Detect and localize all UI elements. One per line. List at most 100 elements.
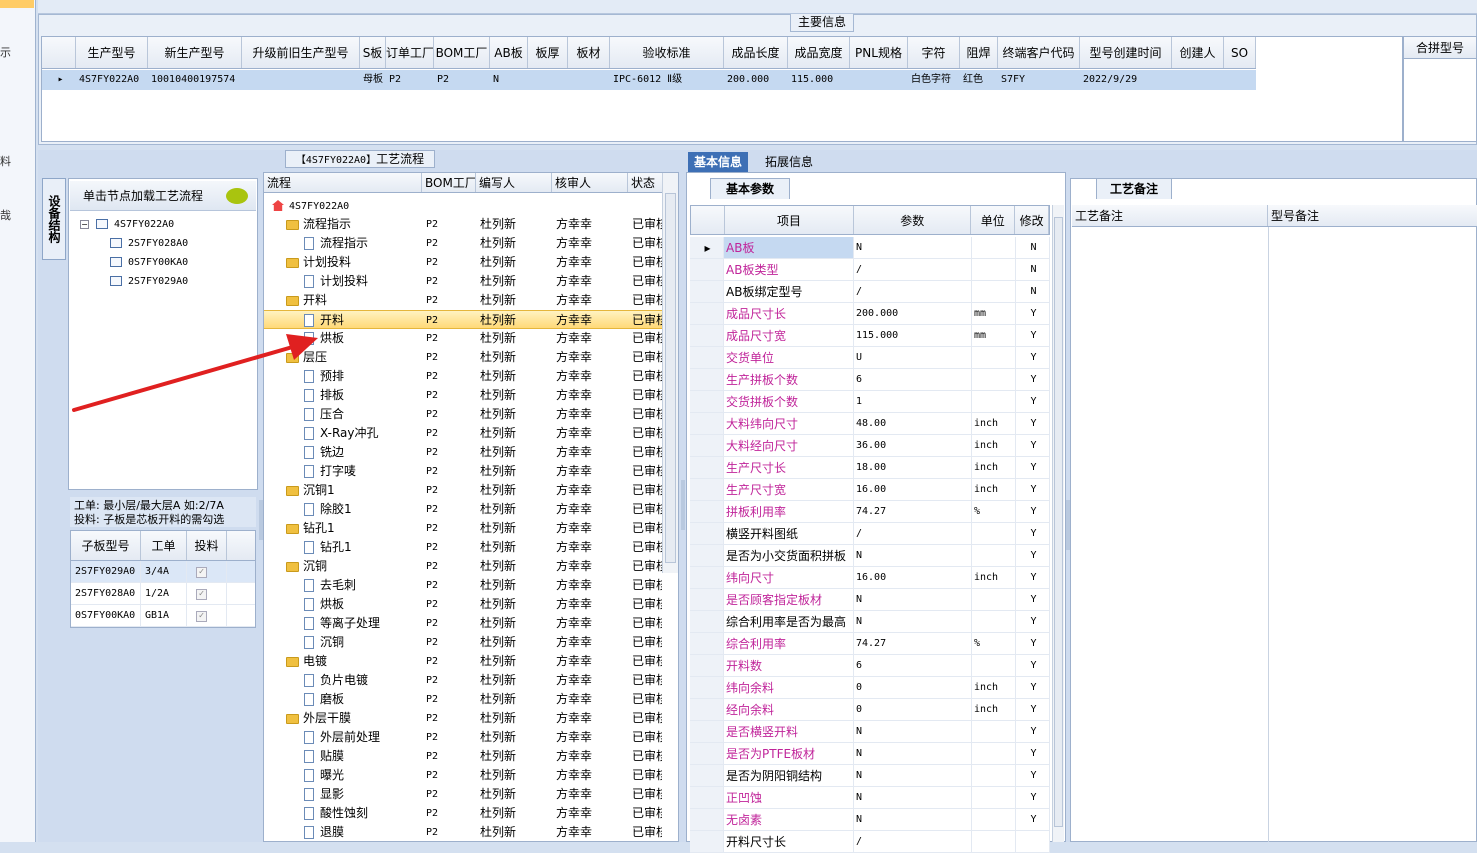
feed-checkbox[interactable]: ✓ — [196, 567, 207, 578]
param-value[interactable]: 6 — [854, 655, 972, 676]
basic-row[interactable]: 正凹蚀 N Y — [690, 787, 1050, 809]
main-cell[interactable] — [1172, 70, 1224, 90]
flow-scroll-thumb[interactable] — [665, 193, 676, 563]
param-value[interactable]: 115.000 — [854, 325, 972, 346]
subgrid-row[interactable]: 2S7FY028A0 1/2A ✓ — [71, 583, 255, 605]
main-col-header[interactable]: SO — [1224, 37, 1256, 68]
main-col-header[interactable]: 板厚 — [528, 37, 568, 68]
splitter-handle-right[interactable] — [1066, 500, 1070, 550]
param-value[interactable]: 0 — [854, 699, 972, 720]
main-info-grid[interactable]: 生产型号 新生产型号 升级前旧生产型号 S板 订单工厂 BOM工厂 AB板 板厚 板材 验收标准成… — [41, 36, 1403, 142]
param-value[interactable]: N — [854, 545, 972, 566]
feed-checkbox[interactable]: ✓ — [196, 611, 207, 622]
param-value[interactable]: 74.27 — [854, 501, 972, 522]
flow-row[interactable]: 酸性蚀刻 P2 杜列新 方幸幸 已审核 — [264, 804, 664, 823]
flow-root-row[interactable]: 4S7FY022A0 — [264, 196, 664, 215]
flow-row[interactable]: 流程指示 P2 杜列新 方幸幸 已审核 — [264, 215, 664, 234]
basic-row[interactable]: 是否顾客指定板材 N Y — [690, 589, 1050, 611]
flow-col-header[interactable]: 编写人 — [476, 173, 552, 192]
flow-row[interactable]: 去毛刺 P2 杜列新 方幸幸 已审核 — [264, 576, 664, 595]
main-col-header[interactable]: PNL规格 — [850, 37, 908, 68]
flow-row[interactable]: 打字唛 P2 杜列新 方幸幸 已审核 — [264, 462, 664, 481]
basic-row[interactable]: 是否为阴阳铜结构 N Y — [690, 765, 1050, 787]
subgrid-col-header[interactable]: 工单 — [141, 531, 187, 560]
flow-row[interactable]: 曝光 P2 杜列新 方幸幸 已审核 — [264, 766, 664, 785]
flow-row[interactable]: 贴膜 P2 杜列新 方幸幸 已审核 — [264, 747, 664, 766]
basic-params-tab[interactable]: 基本参数 — [710, 178, 790, 199]
main-col-header[interactable]: S板 — [360, 37, 386, 68]
param-value[interactable]: 16.00 — [854, 479, 972, 500]
flow-row[interactable]: 开料 P2 杜列新 方幸幸 已审核 — [264, 291, 664, 310]
subgrid-col-header[interactable]: 投料 — [187, 531, 227, 560]
main-col-header[interactable]: 新生产型号 — [148, 37, 242, 68]
main-cell[interactable]: 母板 — [360, 70, 386, 90]
main-cell[interactable]: 红色 — [960, 70, 998, 90]
main-cell[interactable] — [242, 70, 360, 90]
flow-row[interactable]: 外层前处理 P2 杜列新 方幸幸 已审核 — [264, 728, 664, 747]
tab-basic-info[interactable]: 基本信息 — [688, 152, 749, 172]
main-cell[interactable]: IPC-6012 Ⅱ级 — [610, 70, 724, 90]
param-value[interactable]: N — [854, 589, 972, 610]
flow-row[interactable]: 钻孔1 P2 杜列新 方幸幸 已审核 — [264, 519, 664, 538]
param-value[interactable]: N — [854, 721, 972, 742]
main-grid-row[interactable]: ▸ 4S7FY022A0 10010400197574 母板 P2 P2 N IPC-6012… — [42, 70, 1256, 90]
flow-col-header[interactable]: 流程 — [264, 173, 422, 192]
tree-node[interactable]: 2S7FY028A0 — [110, 235, 188, 253]
basic-row[interactable]: 纬向尺寸 16.00 inch Y — [690, 567, 1050, 589]
main-col-header[interactable]: BOM工厂 — [434, 37, 490, 68]
basic-row[interactable]: 生产尺寸长 18.00 inch Y — [690, 457, 1050, 479]
flow-row[interactable]: 等离子处理 P2 杜列新 方幸幸 已审核 — [264, 614, 664, 633]
basic-row[interactable]: AB板类型 / N — [690, 259, 1050, 281]
basic-row[interactable]: 拼板利用率 74.27% Y — [690, 501, 1050, 523]
tab-extended-info[interactable]: 拓展信息 — [759, 152, 819, 172]
param-value[interactable]: 36.00 — [854, 435, 972, 456]
basic-row[interactable]: 交货单位 U Y — [690, 347, 1050, 369]
param-value[interactable]: U — [854, 347, 972, 368]
main-col-header[interactable]: 升级前旧生产型号 — [242, 37, 360, 68]
flow-row[interactable]: 退膜 P2 杜列新 方幸幸 已审核 — [264, 823, 664, 841]
flow-col-header[interactable]: BOM工厂 — [422, 173, 476, 192]
tree-node[interactable]: 2S7FY029A0 — [110, 273, 188, 291]
main-cell[interactable]: P2 — [434, 70, 490, 90]
flow-row[interactable]: 除胶1 P2 杜列新 方幸幸 已审核 — [264, 500, 664, 519]
feed-checkbox[interactable]: ✓ — [196, 589, 207, 600]
main-col-header[interactable]: 阻焊 — [960, 37, 998, 68]
basic-row[interactable]: 开料数 6 Y — [690, 655, 1050, 677]
param-value[interactable]: 1 — [854, 391, 972, 412]
main-col-header[interactable]: 成品长度 — [724, 37, 788, 68]
basic-row[interactable]: 综合利用率 74.27% Y — [690, 633, 1050, 655]
basic-row[interactable]: 是否为PTFE板材 N Y — [690, 743, 1050, 765]
subgrid-row[interactable]: 2S7FY029A0 3/4A ✓ — [71, 561, 255, 583]
main-col-header[interactable]: 成品宽度 — [788, 37, 850, 68]
main-col-header[interactable]: 终端客户代码 — [998, 37, 1080, 68]
tree-collapse-icon[interactable]: − — [80, 220, 89, 229]
main-cell[interactable]: 115.000 — [788, 70, 850, 90]
main-cell[interactable] — [528, 70, 568, 90]
process-flow-tree[interactable]: 流程 BOM工厂 编写人 核审人 状态 4S7FY022A0 流程指示 P2 杜列新 方幸幸 已审… — [263, 172, 679, 842]
basic-row[interactable]: 无卤素 N Y — [690, 809, 1050, 831]
main-cell[interactable]: 白色字符 — [908, 70, 960, 90]
basic-scrollbar[interactable] — [1052, 205, 1064, 842]
param-value[interactable]: 200.000 — [854, 303, 972, 324]
process-remarks-tab[interactable]: 工艺备注 — [1096, 178, 1172, 199]
subgrid-col-header[interactable]: 子板型号 — [71, 531, 141, 560]
basic-row[interactable]: 生产拼板个数 6 Y — [690, 369, 1050, 391]
basic-row[interactable]: 是否横竖开料 N Y — [690, 721, 1050, 743]
speech-bubble-icon[interactable] — [226, 188, 248, 204]
splitter-handle-middle[interactable] — [681, 480, 685, 530]
main-col-header[interactable]: AB板 — [490, 37, 528, 68]
tree-node[interactable]: 0S7FY00KA0 — [110, 254, 188, 272]
main-cell[interactable]: 200.000 — [724, 70, 788, 90]
flow-row[interactable]: 计划投料 P2 杜列新 方幸幸 已审核 — [264, 253, 664, 272]
flow-row[interactable]: 外层干膜 P2 杜列新 方幸幸 已审核 — [264, 709, 664, 728]
main-col-header[interactable]: 生产型号 — [76, 37, 148, 68]
param-value[interactable]: 16.00 — [854, 567, 972, 588]
basic-row[interactable]: 成品尺寸宽 115.000 mm Y — [690, 325, 1050, 347]
subgrid-row[interactable]: 0S7FY00KA0 GB1A ✓ — [71, 605, 255, 627]
basic-row[interactable]: 生产尺寸宽 16.00 inch Y — [690, 479, 1050, 501]
basic-row[interactable]: 大料经向尺寸 36.00 inch Y — [690, 435, 1050, 457]
flow-row[interactable]: 铣边 P2 杜列新 方幸幸 已审核 — [264, 443, 664, 462]
basic-row[interactable]: 横竖开料图纸 / Y — [690, 523, 1050, 545]
basic-row[interactable]: 开料尺寸长 / — [690, 831, 1050, 853]
main-col-header[interactable]: 创建人 — [1172, 37, 1224, 68]
